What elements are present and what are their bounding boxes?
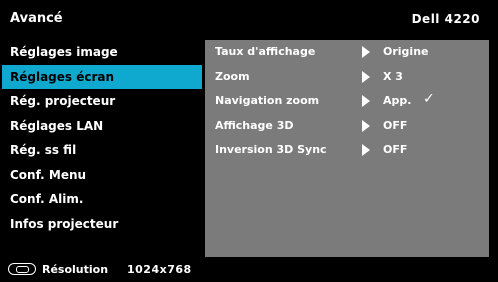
sidebar-item-reg-projecteur[interactable]: Rég. projecteur: [0, 89, 202, 114]
status-bar: Résolution 1024x768: [0, 258, 498, 282]
setting-row-navigation-zoom[interactable]: Navigation zoom App. ✓: [205, 89, 489, 113]
setting-row-taux-affichage[interactable]: Taux d'affichage Origine: [205, 40, 489, 64]
arrow-right-icon: [362, 46, 370, 58]
sidebar-item-label: Conf. Alim.: [10, 192, 84, 206]
resolution-value: 1024x768: [127, 263, 192, 276]
sidebar-item-label: Réglages image: [10, 45, 118, 59]
sidebar-menu: Réglages image Réglages écran Rég. proje…: [0, 40, 202, 236]
arrow-right-icon: [362, 119, 370, 132]
menu-title: Avancé: [10, 11, 63, 26]
setting-row-zoom[interactable]: Zoom X 3: [205, 65, 489, 89]
setting-value: OFF: [383, 118, 408, 132]
checkmark-icon: ✓: [423, 91, 435, 107]
sidebar-item-conf-alim[interactable]: Conf. Alim.: [0, 187, 202, 212]
sidebar-item-label: Réglages écran: [10, 69, 115, 84]
setting-label: Taux d'affichage: [215, 45, 316, 58]
sidebar-item-label: Rég. projecteur: [10, 94, 116, 108]
sidebar-item-label: Rég. ss fil: [10, 143, 77, 157]
enter-button-icon: [8, 263, 36, 275]
sidebar-item-reglages-ecran[interactable]: Réglages écran: [2, 64, 202, 89]
sidebar-item-reglages-lan[interactable]: Réglages LAN: [0, 114, 202, 139]
setting-value: OFF: [383, 143, 408, 156]
sidebar-item-reglages-image[interactable]: Réglages image: [0, 40, 202, 65]
sidebar-item-label: Réglages LAN: [10, 118, 104, 133]
resolution-label: Résolution: [42, 263, 109, 276]
sidebar-item-conf-menu[interactable]: Conf. Menu: [0, 163, 202, 188]
setting-label: Navigation zoom: [215, 94, 320, 107]
setting-row-inversion-3d-sync[interactable]: Inversion 3D Sync OFF: [205, 138, 489, 162]
sidebar-item-infos-projecteur[interactable]: Infos projecteur: [0, 212, 202, 237]
arrow-right-icon: [362, 95, 370, 107]
projector-model: Dell 4220: [411, 12, 480, 26]
setting-row-affichage-3d[interactable]: Affichage 3D OFF: [205, 114, 489, 138]
osd-header: Avancé Dell 4220: [0, 0, 498, 38]
arrow-right-icon: [362, 70, 370, 83]
setting-value: X 3: [383, 69, 403, 83]
arrow-right-icon: [362, 144, 370, 156]
sidebar-item-label: Conf. Menu: [10, 167, 87, 182]
sidebar-item-reg-ss-fil[interactable]: Rég. ss fil: [0, 138, 202, 163]
setting-label: Inversion 3D Sync: [215, 143, 327, 156]
setting-value: Origine: [383, 45, 429, 58]
setting-label: Zoom: [215, 69, 250, 83]
setting-label: Affichage 3D: [215, 118, 294, 132]
setting-value: App.: [383, 94, 412, 107]
sidebar-item-label: Infos projecteur: [10, 216, 119, 231]
settings-panel: Taux d'affichage Origine Zoom X 3 Naviga…: [205, 40, 489, 257]
